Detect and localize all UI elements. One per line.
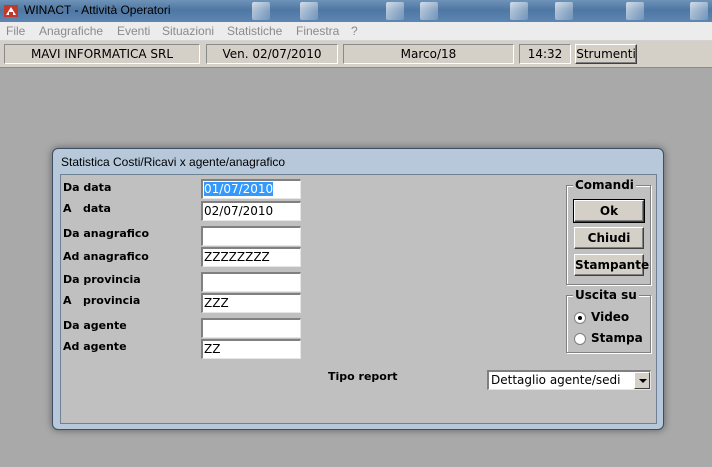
to-date-input[interactable]: 02/07/2010 xyxy=(201,201,301,221)
company-name: MAVI INFORMATICA SRL xyxy=(4,44,200,64)
current-date: Ven. 02/07/2010 xyxy=(206,44,338,64)
app-icon xyxy=(4,5,18,17)
dialog-body: Da data A data Da anagrafico Ad anagrafi… xyxy=(60,174,657,424)
to-province-input[interactable]: ZZZ xyxy=(201,293,301,313)
report-type-select[interactable]: Dettaglio agente/sedi xyxy=(487,370,651,390)
to-agent-input[interactable]: ZZ xyxy=(201,339,301,359)
report-type-label: Tipo report xyxy=(328,370,398,383)
desktop-icon xyxy=(690,2,708,20)
label-to-province: A provincia xyxy=(63,294,141,307)
desktop-icon xyxy=(252,2,270,20)
output-title: Uscita su xyxy=(573,288,639,302)
label-to-date: A data xyxy=(63,202,111,215)
menu-eventi[interactable]: Eventi xyxy=(117,24,150,38)
label-from-agent: Da agente xyxy=(63,319,127,332)
from-date-input[interactable]: 01/07/2010 xyxy=(201,179,301,199)
ok-button[interactable]: Ok xyxy=(573,199,645,223)
tools-button[interactable]: Strumenti xyxy=(575,44,637,64)
menu-file[interactable]: File xyxy=(6,24,25,38)
window-title: WINACT - Attività Operatori xyxy=(24,3,171,17)
label-to-agent: Ad agente xyxy=(63,340,127,353)
report-type-value: Dettaglio agente/sedi xyxy=(491,373,621,387)
label-from-province: Da provincia xyxy=(63,273,141,286)
info-bar: MAVI INFORMATICA SRL Ven. 02/07/2010 Mar… xyxy=(0,41,712,68)
menu-finestra[interactable]: Finestra xyxy=(296,24,339,38)
current-time: 14:32 xyxy=(519,44,571,64)
to-registry-input[interactable]: ZZZZZZZZ xyxy=(201,247,301,267)
menu-anagrafiche[interactable]: Anagrafiche xyxy=(39,24,103,38)
current-period: Marco/18 xyxy=(343,44,514,64)
title-bar: WINACT - Attività Operatori xyxy=(0,0,712,22)
ok-button-label: Ok xyxy=(599,204,619,218)
desktop-icon xyxy=(386,2,404,20)
menu-statistiche[interactable]: Statistiche xyxy=(227,24,282,38)
from-registry-input[interactable] xyxy=(201,226,301,246)
from-date-value: 01/07/2010 xyxy=(204,182,274,196)
from-agent-input[interactable] xyxy=(201,318,301,338)
label-to-registry: Ad anagrafico xyxy=(63,250,149,263)
printer-button-label: Stampante xyxy=(575,258,650,272)
label-from-date: Da data xyxy=(63,181,112,194)
desktop-icon xyxy=(510,2,528,20)
close-button-label: Chiudi xyxy=(587,231,631,245)
commands-title: Comandi xyxy=(573,178,636,192)
print-radio[interactable] xyxy=(574,333,586,345)
report-dialog: Statistica Costi/Ricavi x agente/anagraf… xyxy=(52,148,664,430)
commands-group: Comandi Ok Chiudi Stampante xyxy=(566,178,651,285)
desktop-icon xyxy=(420,2,438,20)
video-radio-label[interactable]: Video xyxy=(591,310,629,324)
menu-bar: File Anagrafiche Eventi Situazioni Stati… xyxy=(0,22,712,41)
desktop-icon xyxy=(300,2,318,20)
desktop-icon xyxy=(626,2,644,20)
output-group: Uscita su Video Stampa xyxy=(566,288,651,353)
from-province-input[interactable] xyxy=(201,272,301,292)
printer-button[interactable]: Stampante xyxy=(574,254,649,276)
menu-help[interactable]: ? xyxy=(351,24,358,38)
desktop-icon xyxy=(555,2,573,20)
video-radio[interactable] xyxy=(574,312,586,324)
dialog-title: Statistica Costi/Ricavi x agente/anagraf… xyxy=(61,155,286,169)
print-radio-label[interactable]: Stampa xyxy=(591,331,643,345)
label-from-registry: Da anagrafico xyxy=(63,227,150,240)
close-button[interactable]: Chiudi xyxy=(574,227,644,249)
dropdown-arrow-icon[interactable] xyxy=(634,372,650,389)
menu-situazioni[interactable]: Situazioni xyxy=(162,24,214,38)
